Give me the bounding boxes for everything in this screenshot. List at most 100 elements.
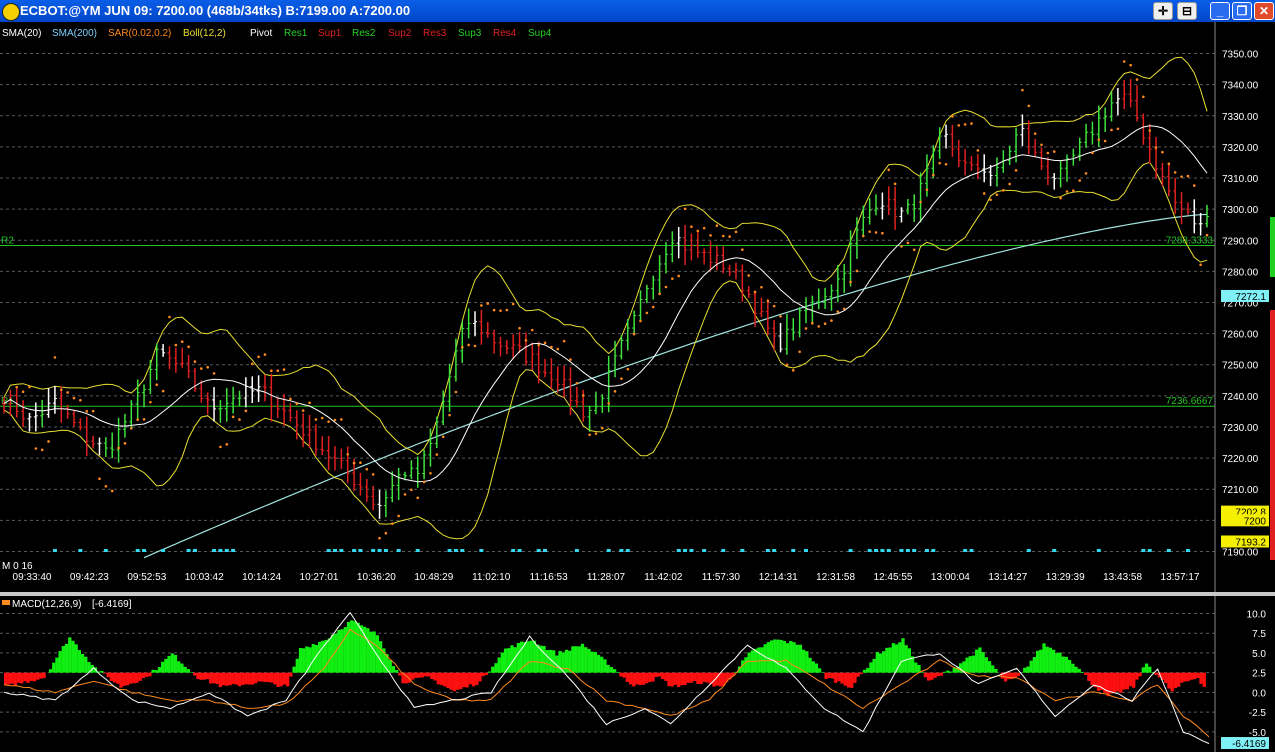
time-tick-label: 12:45:55 (874, 572, 913, 583)
macd-hist-bar (189, 672, 194, 673)
macd-hist-bar (1080, 671, 1085, 673)
sar-dot (219, 445, 222, 449)
macd-hist-bar (763, 644, 767, 673)
macd-hist-bar (542, 646, 546, 673)
macd-hist-bar (154, 670, 158, 673)
sar-dot (359, 461, 362, 465)
panel-divider[interactable] (0, 592, 1275, 596)
sar-dot (658, 292, 661, 296)
sar-dot (588, 433, 591, 437)
macd-hist-bar (705, 672, 710, 683)
sar-dot (607, 402, 610, 405)
sar-dot (244, 409, 248, 413)
legend-sup4: Sup4 (528, 28, 552, 39)
macd-hist-bar (1176, 672, 1181, 687)
macd-hist-bar (644, 672, 649, 684)
pin-button[interactable]: ⊟ (1177, 2, 1197, 20)
sar-dot (231, 415, 235, 419)
macd-hist-bar (1061, 656, 1065, 673)
macd-hist-bar (888, 647, 892, 673)
macd-hist-bar (138, 672, 142, 681)
crosshair-button[interactable]: ✛ (1153, 2, 1173, 20)
macd-hist-bar (648, 672, 652, 682)
sar-dot (601, 426, 604, 430)
macd-hist-bar (1173, 672, 1178, 689)
sar-dot (66, 391, 69, 394)
macd-hist-bar (234, 672, 239, 685)
legend-res1: Res1 (284, 28, 308, 39)
macd-hist-bar (850, 672, 854, 688)
trade-marker (689, 549, 694, 552)
macd-hist-bar (119, 672, 123, 688)
trade-marker (78, 549, 83, 552)
trade-marker (383, 549, 388, 552)
sar-dot (1097, 138, 1101, 141)
macd-hist-bar (1087, 672, 1091, 681)
macd-hist-bar (846, 672, 851, 688)
macd-hist-bar (1170, 672, 1174, 692)
macd-hist-bar (36, 672, 40, 680)
macd-hist-bar (29, 672, 33, 681)
sar-dot (180, 340, 184, 343)
macd-hist-bar (478, 672, 482, 682)
macd-hist-bar (1167, 672, 1171, 689)
macd-hist-bar (853, 672, 857, 683)
close-button[interactable]: ✕ (1254, 2, 1274, 20)
macd-hist-bar (616, 671, 620, 673)
sar-dot (982, 192, 986, 195)
macd-hist-bar (914, 662, 918, 673)
sar-dot (543, 341, 547, 345)
macd-hist-bar (891, 643, 896, 673)
sar-dot (1135, 78, 1139, 81)
sar-dot (384, 531, 388, 535)
sar-dot (378, 536, 381, 540)
sar-dot (511, 302, 515, 306)
time-tick-label: 13:29:39 (1046, 572, 1085, 583)
trade-marker (543, 549, 548, 552)
macd-hist-bar (632, 672, 636, 687)
macd-hist-bar (1029, 660, 1033, 673)
sar-dot (1027, 104, 1031, 108)
macd-hist-bar (1109, 672, 1113, 694)
minimize-button[interactable]: _ (1210, 2, 1230, 20)
macd-hist-bar (1016, 672, 1021, 677)
macd-hist-bar (683, 672, 687, 686)
macd-tick-label: -2.5 (1249, 708, 1267, 719)
sar-dot (416, 496, 420, 500)
price-tag-text: 7200 (1244, 516, 1267, 527)
sar-dot (473, 344, 477, 348)
sar-dot (1033, 132, 1037, 135)
macd-hist-bar (984, 657, 988, 673)
macd-hist-bar (651, 672, 655, 682)
sar-dot (1129, 63, 1132, 67)
macd-hist-bar (837, 672, 841, 682)
macd-hist-bar (394, 669, 399, 673)
macd-hist-bar (205, 672, 210, 680)
sar-dot (238, 418, 241, 421)
restore-button[interactable]: ❐ (1232, 2, 1252, 20)
sar-dot (410, 488, 413, 492)
macd-hist-bar (1196, 672, 1200, 679)
price-tick-label: 7250.00 (1222, 361, 1259, 372)
sar-dot (47, 440, 50, 443)
macd-hist-bar (202, 672, 206, 680)
macd-hist-bar (404, 672, 408, 684)
macd-hist-bar (417, 672, 421, 678)
macd-hist-bar (878, 653, 883, 673)
time-tick-label: 10:48:29 (414, 572, 453, 583)
macd-hist-bar (61, 645, 65, 673)
macd-hist-bar (943, 671, 947, 673)
macd-hist-bar (1199, 672, 1203, 684)
macd-hist-bar (327, 638, 331, 673)
macd-hist-bar (773, 639, 777, 673)
sar-dot (403, 493, 407, 496)
sar-dot (804, 327, 808, 330)
price-tick-label: 7280.00 (1222, 267, 1259, 278)
macd-hist-bar (1045, 646, 1049, 673)
macd-hist-bar (689, 672, 694, 683)
legend-boll: Boll(12,2) (183, 28, 226, 39)
price-tag-text: 7272.1 (1235, 292, 1266, 303)
legend-res4: Res4 (493, 28, 517, 39)
trade-marker (161, 549, 166, 552)
sar-dot (569, 358, 572, 361)
